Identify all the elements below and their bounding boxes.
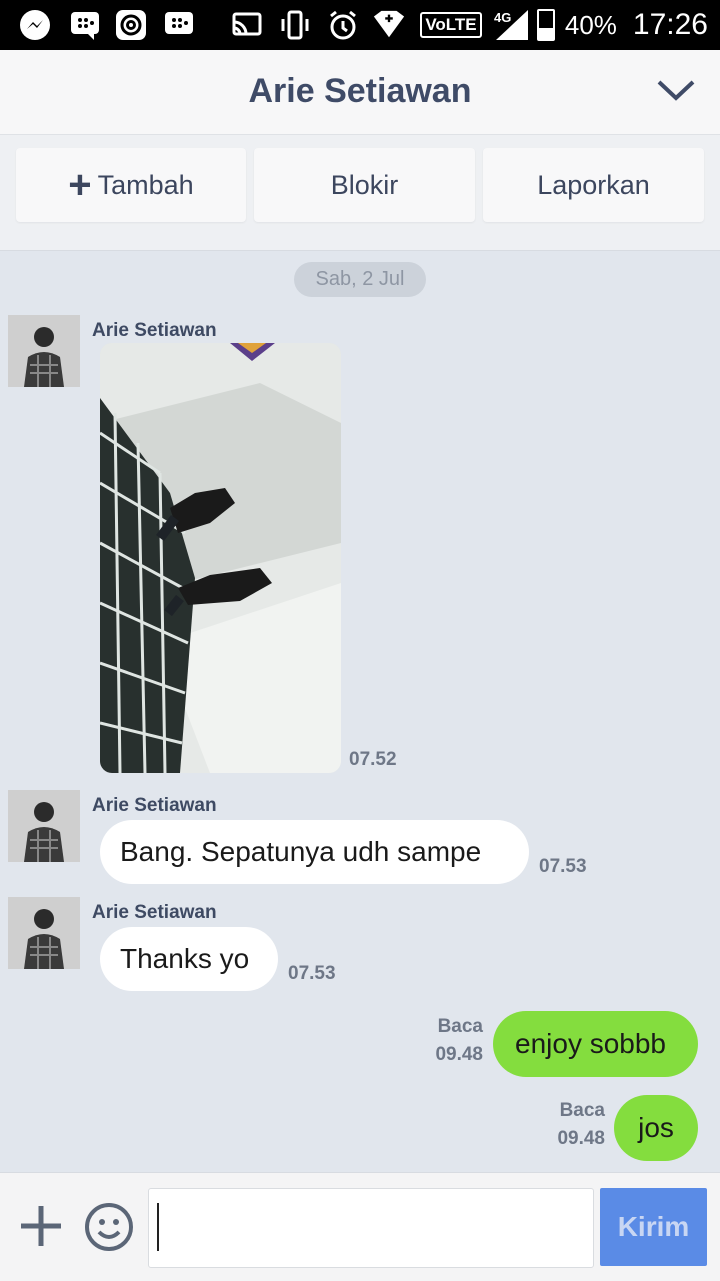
block-label: Blokir bbox=[330, 169, 399, 200]
composer-bar: Kirim bbox=[0, 1172, 720, 1281]
read-receipt: Baca 09.48 bbox=[540, 1097, 605, 1153]
message-time: 07.53 bbox=[539, 856, 587, 877]
avatar[interactable] bbox=[8, 315, 80, 387]
outgoing-message-bubble[interactable]: enjoy sobbb bbox=[493, 1011, 698, 1077]
add-friend-label: Tambah bbox=[97, 169, 194, 200]
status-right: 40% 17:26 bbox=[536, 0, 708, 50]
message-input[interactable] bbox=[148, 1188, 594, 1268]
incoming-message-bubble[interactable]: Thanks yo bbox=[100, 927, 278, 991]
status-bar: VoLTE 4G 40% 17:26 bbox=[0, 0, 720, 50]
report-label: Laporkan bbox=[537, 169, 650, 200]
chat-title: Arie Setiawan bbox=[248, 72, 472, 110]
message-text: enjoy sobbb bbox=[515, 1028, 667, 1059]
bbm-icon bbox=[162, 8, 196, 42]
text-caret bbox=[157, 1203, 159, 1251]
attach-plus-icon[interactable] bbox=[18, 1203, 64, 1249]
date-separator: Sab, 2 Jul bbox=[294, 262, 426, 297]
sender-name: Arie Setiawan bbox=[92, 795, 217, 816]
read-status: Baca bbox=[559, 1100, 605, 1121]
shared-photo[interactable] bbox=[100, 343, 341, 773]
vibrate-icon bbox=[278, 8, 312, 42]
read-status: Baca bbox=[437, 1016, 483, 1037]
volte-icon: VoLTE bbox=[420, 8, 482, 42]
messenger-icon bbox=[18, 8, 52, 42]
at-sign-icon bbox=[114, 8, 148, 42]
chevron-down-icon[interactable] bbox=[656, 76, 696, 106]
message-time: 07.53 bbox=[288, 963, 336, 984]
plus-icon: + bbox=[68, 163, 92, 207]
avatar[interactable] bbox=[8, 790, 80, 862]
send-label: Kirim bbox=[617, 1211, 690, 1242]
message-text: Bang. Sepatunya udh sampe bbox=[120, 836, 482, 867]
clock: 17:26 bbox=[632, 8, 708, 41]
sender-name: Arie Setiawan bbox=[92, 320, 217, 341]
send-button[interactable]: Kirim bbox=[600, 1188, 707, 1266]
battery-percent: 40% bbox=[564, 9, 617, 40]
chat-header: Arie Setiawan bbox=[0, 50, 720, 135]
outgoing-message-bubble[interactable]: jos bbox=[614, 1095, 698, 1161]
network-type-label: 4G bbox=[494, 10, 512, 25]
avatar[interactable] bbox=[8, 897, 80, 969]
sender-name: Arie Setiawan bbox=[92, 902, 217, 923]
cast-icon bbox=[230, 8, 264, 42]
battery-icon bbox=[536, 9, 555, 41]
data-saver-icon bbox=[372, 8, 406, 42]
signal-icon: 4G bbox=[492, 8, 532, 42]
read-receipt: Baca 09.48 bbox=[420, 1013, 483, 1069]
block-button[interactable]: Blokir bbox=[254, 148, 475, 222]
message-time: 07.52 bbox=[349, 749, 397, 770]
bbm-icon bbox=[68, 8, 102, 42]
contact-action-bar: + Tambah Blokir Laporkan bbox=[0, 135, 720, 251]
emoji-icon[interactable] bbox=[84, 1202, 134, 1252]
incoming-message-bubble[interactable]: Bang. Sepatunya udh sampe bbox=[100, 820, 529, 884]
message-time: 09.48 bbox=[435, 1044, 483, 1065]
message-text: jos bbox=[638, 1112, 674, 1143]
add-friend-button[interactable]: + Tambah bbox=[16, 148, 246, 222]
message-time: 09.48 bbox=[557, 1128, 605, 1149]
message-text: Thanks yo bbox=[120, 943, 250, 974]
report-button[interactable]: Laporkan bbox=[483, 148, 704, 222]
alarm-icon bbox=[326, 8, 360, 42]
